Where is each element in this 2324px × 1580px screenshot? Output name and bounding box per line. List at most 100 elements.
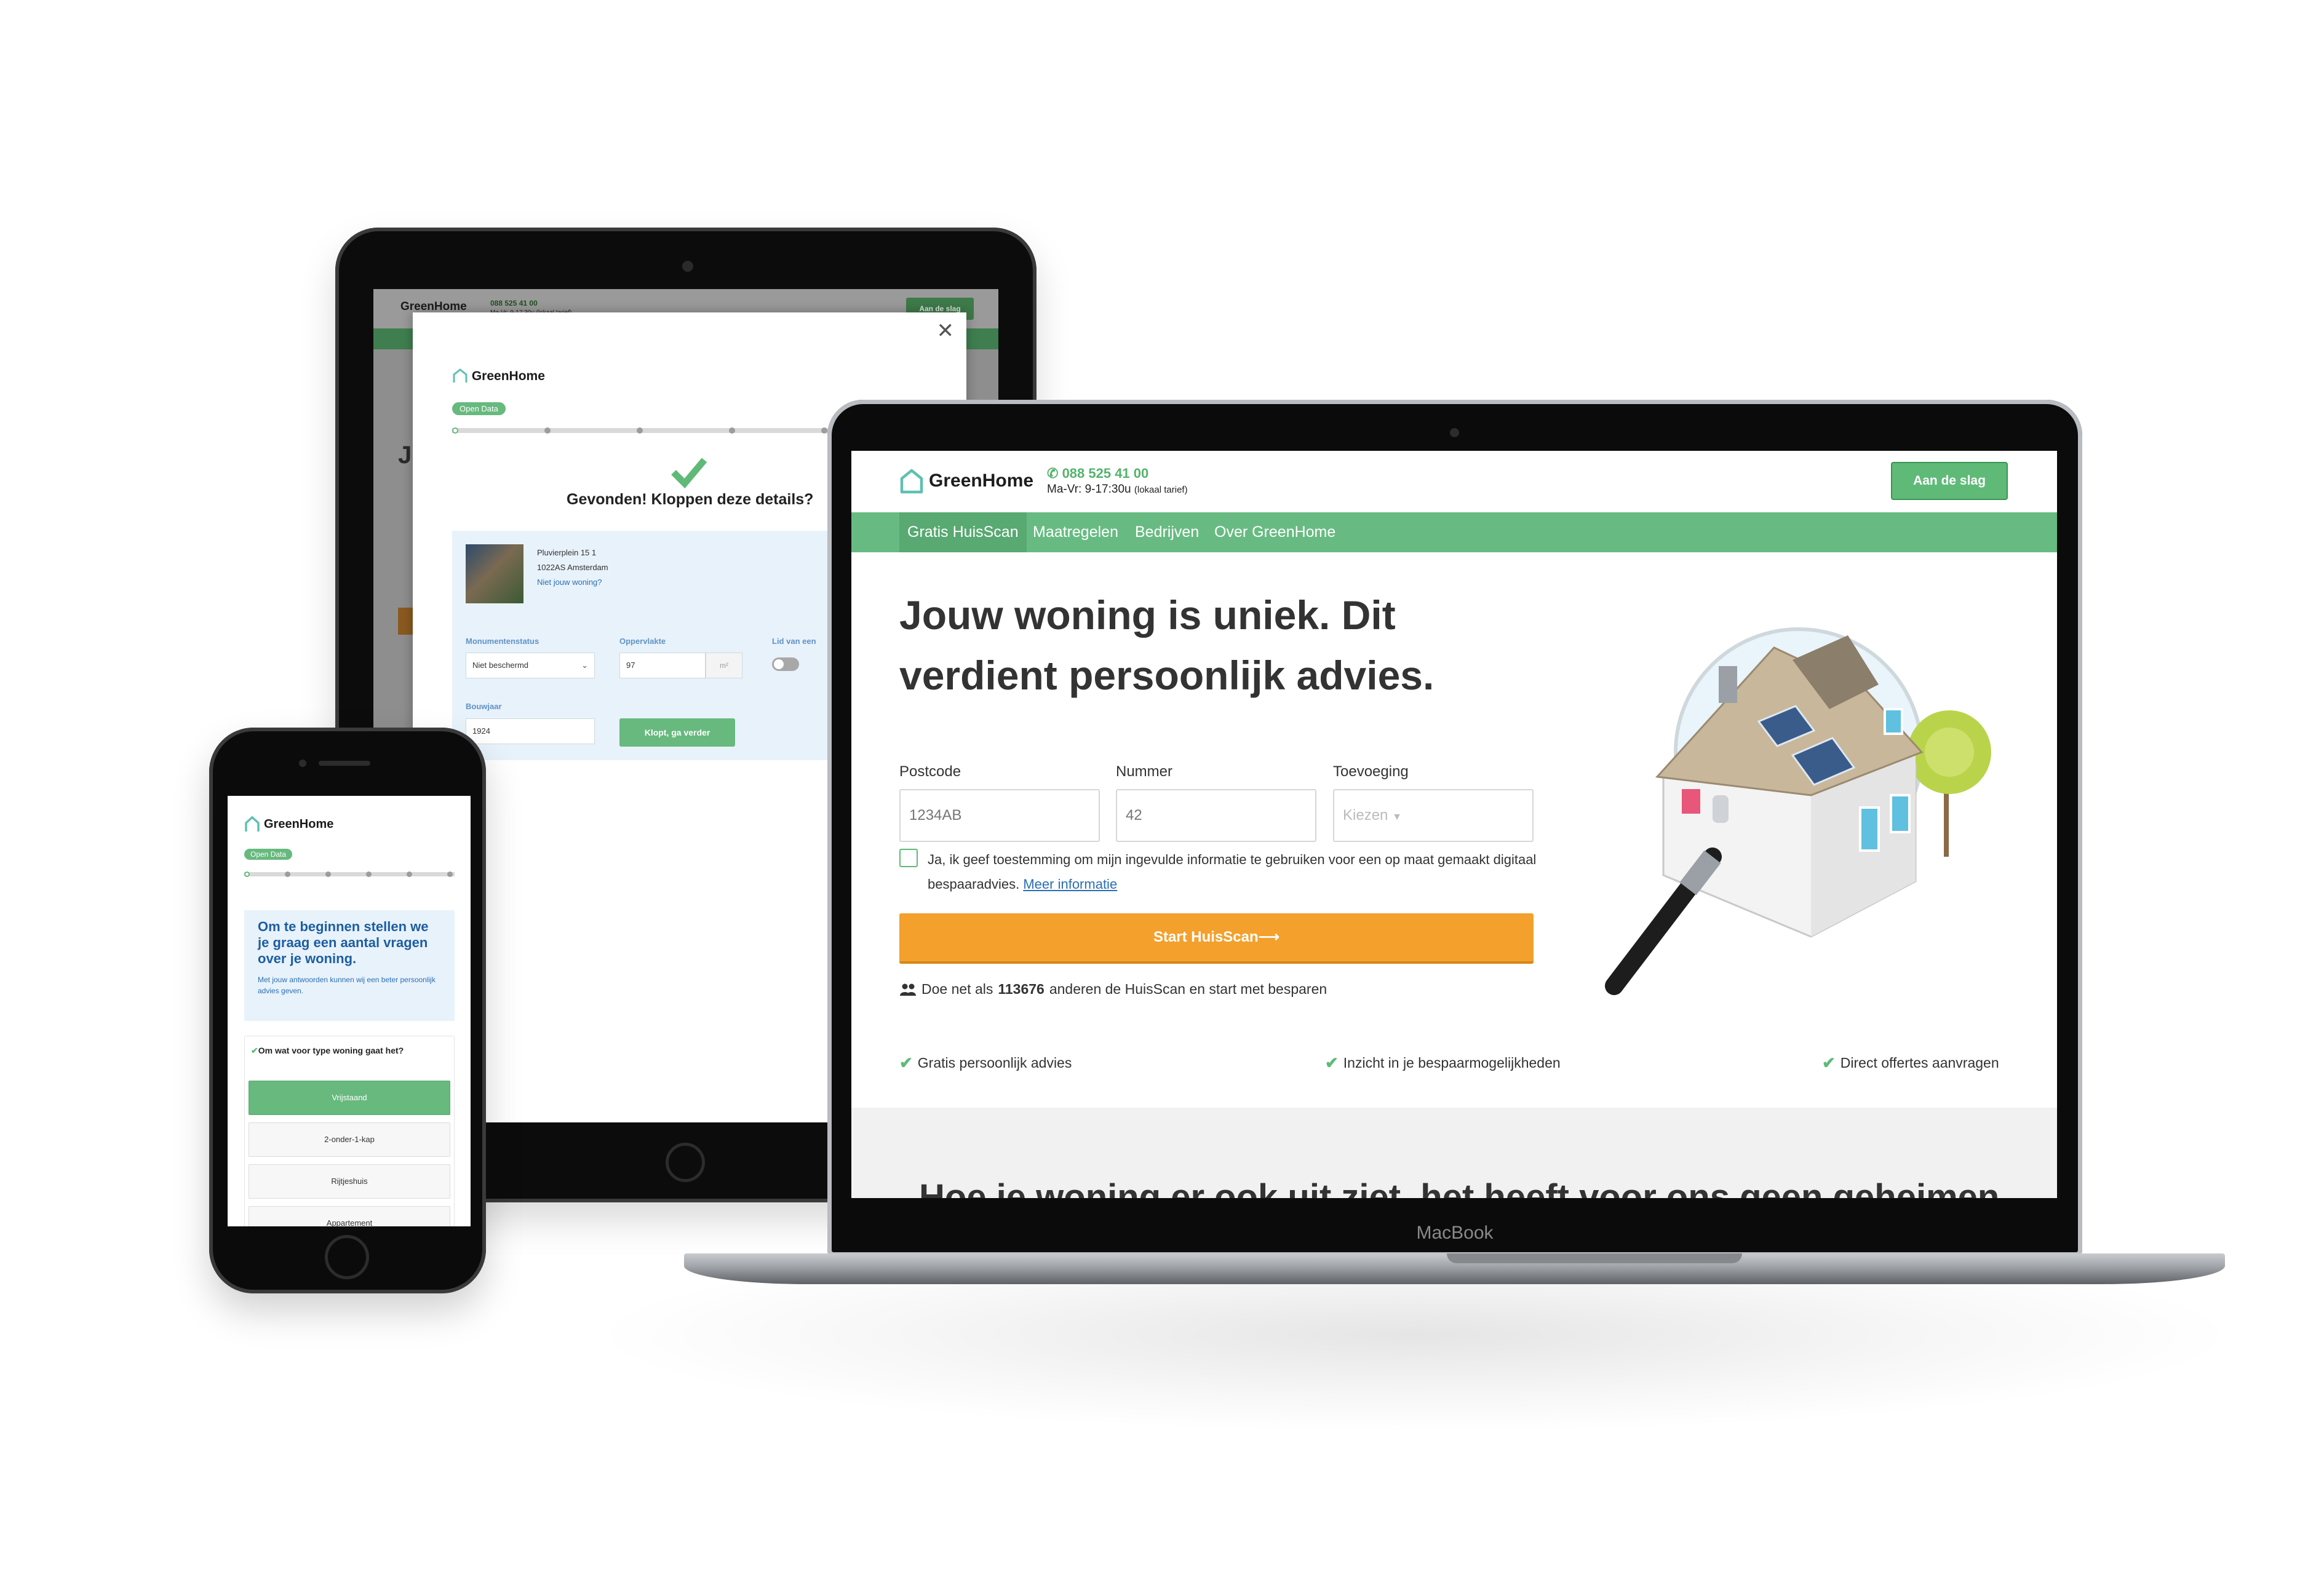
- number-input[interactable]: [1116, 789, 1316, 842]
- usp-label: Direct offertes aanvragen: [1840, 1055, 1999, 1071]
- usp-item: ✔ Direct offertes aanvragen: [1822, 1054, 1999, 1073]
- postcode-input[interactable]: [899, 789, 1100, 842]
- consent-checkbox[interactable]: [899, 849, 918, 867]
- hours-note: (lokaal tarief): [1134, 485, 1188, 495]
- social-proof: Doe net als 113676 anderen de HuisScan e…: [899, 981, 1327, 998]
- number-label: Nummer: [1116, 763, 1173, 780]
- laptop-screen: GreenHome ✆ 088 525 41 00 Ma-Vr: 9-17:30…: [851, 451, 2057, 1198]
- caret-down-icon: ▼: [1392, 812, 1402, 822]
- nav-item-bedrijven[interactable]: Bedrijven: [1127, 512, 1207, 552]
- close-icon[interactable]: ✕: [937, 319, 955, 343]
- usp-item: ✔ Inzicht in je bespaarmogelijkheden: [1325, 1054, 1561, 1073]
- postcode-label: Postcode: [899, 763, 961, 780]
- site-header: GreenHome ✆ 088 525 41 00 Ma-Vr: 9-17:30…: [851, 451, 2057, 512]
- year-input[interactable]: 1924: [466, 718, 595, 744]
- usp-item: ✔ Gratis persoonlijk advies: [899, 1054, 1072, 1073]
- get-started-button[interactable]: Aan de slag: [1891, 462, 2008, 500]
- option-2-onder-1-kap[interactable]: 2-onder-1-kap: [249, 1122, 450, 1157]
- laptop-brand-label: MacBook: [1416, 1223, 1494, 1243]
- tablet-home-button: [666, 1143, 705, 1182]
- option-rijtjeshuis[interactable]: Rijtjeshuis: [249, 1164, 450, 1199]
- intro-text: Met jouw antwoorden kunnen wij een beter…: [258, 975, 436, 995]
- phone-number: 088 525 41 00: [1062, 466, 1149, 481]
- logo-text: GreenHome: [929, 470, 1034, 491]
- phone-camera: [299, 760, 306, 767]
- progress-step: [244, 871, 250, 877]
- chevron-down-icon: ⌄: [581, 661, 588, 670]
- monument-label: Monumentenstatus: [466, 637, 539, 646]
- phone-logo[interactable]: GreenHome: [244, 816, 333, 833]
- laptop-base: [684, 1253, 2225, 1284]
- users-icon: [900, 983, 916, 996]
- question-text: Om wat voor type woning gaat het?: [258, 1046, 404, 1055]
- area-input[interactable]: 97: [619, 653, 706, 678]
- progress-step: [729, 427, 735, 434]
- modal-logo: GreenHome: [452, 368, 545, 384]
- phone-home-button: [325, 1235, 369, 1279]
- step-badge: Open Data: [452, 402, 506, 415]
- progress-step: [366, 871, 372, 877]
- phone-screen: GreenHome Open Data Om te beginnen stell…: [228, 796, 471, 1226]
- social-count: 113676: [998, 981, 1045, 997]
- area-unit: m²: [706, 653, 742, 678]
- logo-text: GreenHome: [264, 817, 334, 831]
- more-info-link[interactable]: Meer informatie: [1023, 876, 1117, 892]
- house-logo-icon: [900, 469, 923, 494]
- backdrop-hero-title: J: [398, 442, 412, 469]
- consent-label: Ja, ik geef toestemming om mijn ingevuld…: [928, 852, 1537, 892]
- progress-step: [407, 871, 412, 877]
- address-block: Pluvierplein 15 1 1022AS Amsterdam Niet …: [537, 546, 608, 590]
- tablet-logo[interactable]: GreenHome: [400, 300, 467, 314]
- social-prefix: Doe net als: [921, 981, 993, 997]
- check-icon: ✔: [1822, 1054, 1836, 1072]
- monument-value: Niet beschermd: [472, 661, 529, 670]
- member-label: Lid van een: [772, 637, 816, 646]
- phone-number[interactable]: 088 525 41 00: [490, 299, 538, 308]
- option-appartement[interactable]: Appartement: [249, 1206, 450, 1226]
- phone-icon: ✆: [1047, 466, 1059, 481]
- usp-label: Inzicht in je bespaarmogelijkheden: [1343, 1055, 1561, 1071]
- check-icon: ✔: [251, 1046, 258, 1055]
- nav-item-huisscan[interactable]: Gratis HuisScan: [899, 512, 1027, 552]
- house-logo-icon: [245, 816, 260, 832]
- main-nav: Gratis HuisScan Maatregelen Bedrijven Ov…: [851, 512, 2057, 552]
- laptop-camera: [1450, 428, 1459, 437]
- year-label: Bouwjaar: [466, 702, 502, 711]
- confirm-button[interactable]: Klopt, ga verder: [619, 718, 735, 747]
- modal-logo-text: GreenHome: [471, 369, 545, 383]
- intro-panel: Om te beginnen stellen we je graag een a…: [244, 910, 455, 1021]
- phone-speaker: [319, 761, 370, 766]
- member-toggle[interactable]: [772, 657, 799, 671]
- progress-step: [452, 427, 458, 434]
- start-huisscan-button[interactable]: Start HuisScan⟶: [899, 913, 1534, 964]
- hours-text: Ma-Vr: 9-17:30u: [1047, 483, 1131, 496]
- addition-select[interactable]: Kiezen ▼: [1333, 789, 1534, 842]
- nav-item-maatregelen[interactable]: Maatregelen: [1025, 512, 1126, 552]
- not-your-home-link[interactable]: Niet jouw woning?: [537, 578, 602, 587]
- usp-label: Gratis persoonlijk advies: [917, 1055, 1072, 1071]
- area-label: Oppervlakte: [619, 637, 666, 646]
- progress-step: [821, 427, 827, 434]
- header-phone[interactable]: ✆ 088 525 41 00: [1047, 466, 1148, 482]
- opening-hours: Ma-Vr: 9-17:30u (lokaal tarief): [1047, 483, 1188, 496]
- progress-step: [637, 427, 643, 434]
- section-title: Hoe je woning er ook uit ziet, het heeft…: [919, 1177, 2000, 1198]
- checkmark-icon: [671, 458, 707, 489]
- site-logo[interactable]: GreenHome: [899, 468, 1033, 494]
- social-suffix: anderen de HuisScan en start met bespare…: [1049, 981, 1327, 997]
- tablet-camera: [682, 261, 693, 272]
- address-street: Pluvierplein 15 1: [537, 548, 597, 557]
- progress-step: [447, 871, 453, 877]
- addition-label: Toevoeging: [1333, 763, 1409, 780]
- found-title: Gevonden! Kloppen deze details?: [567, 491, 814, 508]
- option-vrijstaand[interactable]: Vrijstaand: [249, 1081, 450, 1115]
- monument-select[interactable]: Niet beschermd ⌄: [466, 653, 595, 678]
- question-card: ✔Om wat voor type woning gaat het? Vrijs…: [244, 1036, 455, 1226]
- check-icon: ✔: [899, 1054, 913, 1072]
- laptop-notch: [1447, 1253, 1742, 1263]
- addition-placeholder: Kiezen: [1343, 807, 1388, 824]
- progress-bar: [244, 871, 455, 877]
- nav-item-over-greenhome[interactable]: Over GreenHome: [1206, 512, 1343, 552]
- hero-title: Jouw woning is uniek. Dit verdient perso…: [899, 592, 1435, 698]
- question-title: ✔Om wat voor type woning gaat het?: [251, 1045, 448, 1056]
